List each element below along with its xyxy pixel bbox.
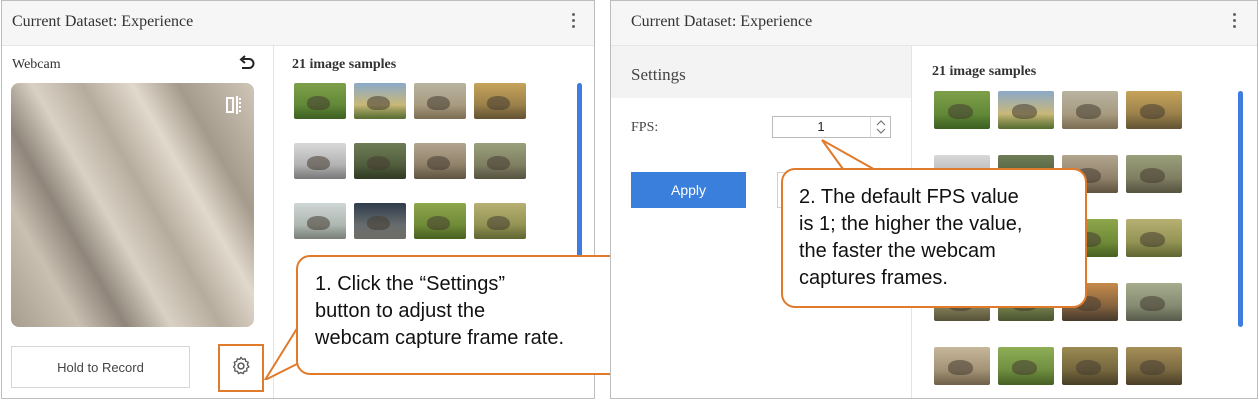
image-sample-thumbnail[interactable]: [1126, 347, 1182, 385]
animal-silhouette: [487, 95, 511, 110]
callout-line: the faster the webcam: [799, 240, 996, 262]
animal-silhouette: [367, 215, 391, 230]
image-sample-thumbnail[interactable]: [998, 347, 1054, 385]
scrollbar[interactable]: [1238, 91, 1243, 327]
dataset-title: Current Dataset: Experience: [631, 13, 813, 30]
image-sample-thumbnail[interactable]: [414, 143, 466, 179]
apply-button[interactable]: Apply: [631, 172, 746, 208]
callout-line: captures frames.: [799, 267, 948, 289]
image-sample-thumbnail[interactable]: [414, 203, 466, 239]
animal-silhouette: [948, 360, 974, 376]
image-sample-thumbnail[interactable]: [934, 91, 990, 129]
animal-silhouette: [1140, 296, 1166, 312]
image-sample-thumbnail[interactable]: [474, 143, 526, 179]
image-sample-thumbnail[interactable]: [1126, 155, 1182, 193]
image-sample-thumbnail[interactable]: [934, 347, 990, 385]
animal-silhouette: [1140, 360, 1166, 376]
image-sample-thumbnail[interactable]: [1126, 219, 1182, 257]
image-sample-thumbnail[interactable]: [1062, 91, 1118, 129]
scrollbar[interactable]: [577, 83, 582, 273]
image-sample-thumbnail[interactable]: [1062, 347, 1118, 385]
more-options-icon[interactable]: [570, 13, 576, 33]
animal-silhouette: [948, 104, 974, 120]
image-sample-thumbnail[interactable]: [294, 203, 346, 239]
animal-silhouette: [1140, 232, 1166, 248]
animal-silhouette: [427, 95, 451, 110]
animal-silhouette: [1140, 104, 1166, 120]
fps-value: 1: [817, 119, 825, 134]
callout-line: button to adjust the: [315, 300, 486, 322]
image-sample-thumbnail[interactable]: [354, 83, 406, 119]
undo-icon[interactable]: [238, 55, 256, 73]
callout-line: webcam capture frame rate.: [315, 327, 564, 349]
animal-silhouette: [487, 215, 511, 230]
settings-title: Settings: [631, 65, 686, 84]
animal-silhouette: [367, 95, 391, 110]
animal-silhouette: [307, 95, 331, 110]
image-sample-thumbnail[interactable]: [474, 83, 526, 119]
samples-title: 21 image samples: [292, 57, 397, 72]
animal-silhouette: [307, 155, 331, 170]
callout-fps: 2. The default FPS value is 1; the highe…: [781, 168, 1087, 308]
webcam-label: Webcam: [12, 57, 61, 72]
callout-settings: 1. Click the “Settings” button to adjust…: [296, 255, 627, 375]
image-sample-thumbnail[interactable]: [1126, 283, 1182, 321]
fps-stepper[interactable]: [870, 117, 891, 137]
settings-header: Settings: [611, 46, 911, 98]
panel-header: Current Dataset: Experience: [2, 1, 594, 46]
animal-silhouette: [427, 155, 451, 170]
gear-icon: [230, 355, 252, 382]
callout-line: is 1; the higher the value,: [799, 213, 1023, 235]
image-sample-thumbnail[interactable]: [1126, 91, 1182, 129]
animal-silhouette: [1012, 360, 1038, 376]
image-sample-thumbnail[interactable]: [294, 83, 346, 119]
animal-silhouette: [1140, 168, 1166, 184]
animal-silhouette: [367, 155, 391, 170]
panel-header: Current Dataset: Experience: [611, 1, 1257, 46]
callout-line: 1. Click the “Settings”: [315, 273, 506, 295]
fps-label: FPS:: [631, 120, 659, 135]
animal-silhouette: [307, 215, 331, 230]
animal-silhouette: [1012, 104, 1038, 120]
fps-input[interactable]: 1: [772, 116, 891, 138]
webcam-preview: [11, 83, 254, 327]
settings-button[interactable]: [218, 344, 264, 392]
flip-camera-icon[interactable]: [225, 95, 243, 115]
image-sample-thumbnail[interactable]: [474, 203, 526, 239]
image-sample-thumbnail[interactable]: [354, 143, 406, 179]
hold-to-record-button[interactable]: Hold to Record: [11, 346, 190, 388]
image-sample-thumbnail[interactable]: [294, 143, 346, 179]
callout-line: 2. The default FPS value: [799, 186, 1019, 208]
animal-silhouette: [487, 155, 511, 170]
samples-title: 21 image samples: [932, 64, 1037, 79]
animal-silhouette: [1076, 360, 1102, 376]
image-sample-thumbnail[interactable]: [998, 91, 1054, 129]
image-sample-thumbnail[interactable]: [354, 203, 406, 239]
more-options-icon[interactable]: [1231, 13, 1237, 33]
dataset-title: Current Dataset: Experience: [12, 13, 194, 30]
animal-silhouette: [1076, 104, 1102, 120]
animal-silhouette: [427, 215, 451, 230]
image-sample-thumbnail[interactable]: [414, 83, 466, 119]
